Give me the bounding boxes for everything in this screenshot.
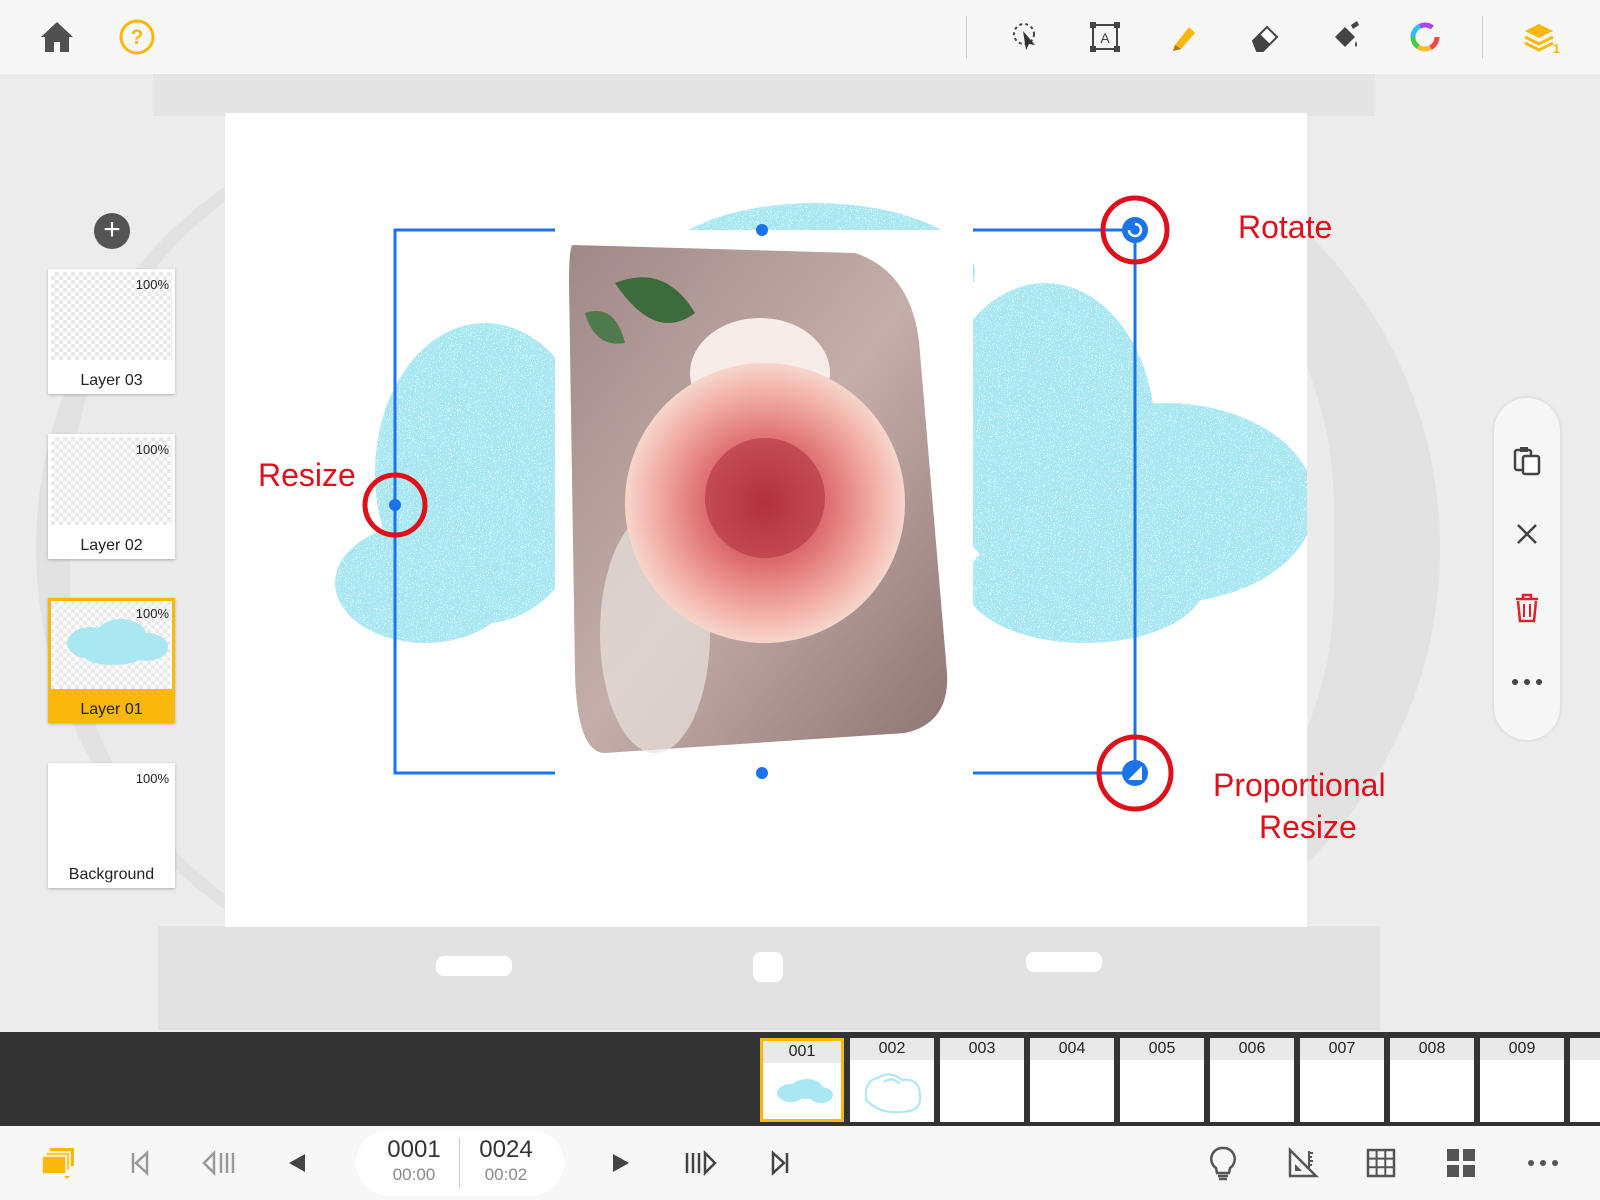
tiles-icon[interactable] [1436, 1138, 1486, 1188]
prev-frame-icon[interactable] [194, 1138, 244, 1188]
layer-opacity: 100% [135, 771, 169, 786]
color-wheel-icon[interactable] [1402, 14, 1448, 60]
trash-icon[interactable] [1503, 584, 1551, 632]
resize-annotation: Resize [258, 457, 356, 493]
proportional-resize-annotation-line2: Resize [1259, 809, 1357, 845]
canvas-artwork [335, 195, 1307, 812]
close-icon[interactable] [1503, 510, 1551, 558]
home-icon[interactable] [34, 14, 80, 60]
grid-icon[interactable] [1356, 1138, 1406, 1188]
rotate-annotation: Rotate [1238, 209, 1333, 245]
frame-thumbnail[interactable]: 007 [1300, 1038, 1384, 1122]
selection-actions-panel [1494, 398, 1560, 740]
frame-number: 001 [763, 1041, 841, 1063]
frame-thumbnail[interactable]: 005 [1120, 1038, 1204, 1122]
frame-thumbnail[interactable]: 008 [1390, 1038, 1474, 1122]
more-icon[interactable] [1518, 1138, 1568, 1188]
top-toolbar: ? A 1 [0, 0, 1600, 74]
lightbulb-icon[interactable] [1198, 1138, 1248, 1188]
stage-light [1026, 952, 1102, 972]
layer-opacity: 100% [135, 277, 169, 292]
frame-number: 007 [1300, 1038, 1384, 1060]
last-frame-icon[interactable] [756, 1138, 806, 1188]
layer-item-selected[interactable]: 100% Layer 01 [48, 598, 175, 723]
current-time: 00:00 [392, 1165, 436, 1184]
pen-icon[interactable] [1162, 14, 1208, 60]
layer-item[interactable]: 100% Layer 02 [48, 434, 175, 559]
layer-item[interactable]: 100% Background [48, 763, 175, 888]
proportional-resize-annotation-line1: Proportional [1213, 767, 1386, 803]
layer-name: Layer 03 [80, 372, 143, 389]
play-icon[interactable] [596, 1138, 646, 1188]
total-frames: 0024 [479, 1136, 533, 1163]
svg-text:A: A [1100, 30, 1110, 46]
svg-text:?: ? [131, 26, 144, 49]
counter-divider [459, 1138, 460, 1188]
frame-thumbnail-partial[interactable] [1570, 1038, 1600, 1122]
layer-item[interactable]: 100% Layer 03 [48, 269, 175, 394]
layer-name: Layer 01 [80, 701, 143, 718]
lasso-select-icon[interactable] [1002, 14, 1048, 60]
drawing-canvas[interactable] [225, 113, 1307, 927]
frame-thumbnail[interactable]: 004 [1030, 1038, 1114, 1122]
first-frame-icon[interactable] [114, 1138, 164, 1188]
frame-number: 002 [850, 1038, 934, 1060]
ruler-icon[interactable] [1278, 1138, 1328, 1188]
eraser-icon[interactable] [1242, 14, 1288, 60]
layers-icon[interactable]: 1 [1518, 14, 1564, 60]
help-icon[interactable]: ? [114, 14, 160, 60]
next-frame-icon[interactable] [676, 1138, 726, 1188]
playback-bar [0, 1126, 1600, 1200]
more-icon[interactable] [1503, 658, 1551, 706]
timeline-strip: 001 002 003 004 005 006 007 008 009 [0, 1032, 1600, 1126]
frames-stack-icon[interactable] [34, 1138, 84, 1188]
frame-thumbnail[interactable]: 009 [1480, 1038, 1564, 1122]
frame-number: 008 [1390, 1038, 1474, 1060]
frame-thumbnail[interactable]: 006 [1210, 1038, 1294, 1122]
frame-thumbnail[interactable]: 002 [850, 1038, 934, 1122]
frame-thumbnail[interactable]: 003 [940, 1038, 1024, 1122]
frame-number: 006 [1210, 1038, 1294, 1060]
layers-count: 1 [1552, 41, 1560, 56]
frame-thumbnail[interactable]: 001 [760, 1038, 844, 1122]
add-layer-button[interactable]: + [94, 213, 130, 249]
current-frame: 0001 [387, 1136, 441, 1163]
layer-name: Background [68, 866, 155, 883]
frame-number-partial [1570, 1038, 1600, 1060]
stage-top-bar [153, 74, 1375, 116]
text-tool-icon[interactable]: A [1082, 14, 1128, 60]
toolbar-separator [1482, 16, 1483, 58]
layer-opacity: 100% [135, 606, 169, 621]
frame-counter[interactable]: 0001 00:00 0024 00:02 [356, 1130, 564, 1196]
frame-number: 009 [1480, 1038, 1564, 1060]
paste-icon[interactable] [1503, 436, 1551, 484]
fill-bucket-icon[interactable] [1322, 14, 1368, 60]
layer-name: Layer 02 [80, 537, 143, 554]
stage-light [753, 952, 783, 982]
stage-bottom-bar [158, 926, 1380, 1030]
total-time: 00:02 [484, 1165, 528, 1184]
play-reverse-icon[interactable] [272, 1138, 322, 1188]
frame-number: 003 [940, 1038, 1024, 1060]
frame-number: 005 [1120, 1038, 1204, 1060]
toolbar-separator [966, 16, 967, 58]
stage-light [436, 956, 512, 976]
layer-opacity: 100% [135, 442, 169, 457]
frame-number: 004 [1030, 1038, 1114, 1060]
